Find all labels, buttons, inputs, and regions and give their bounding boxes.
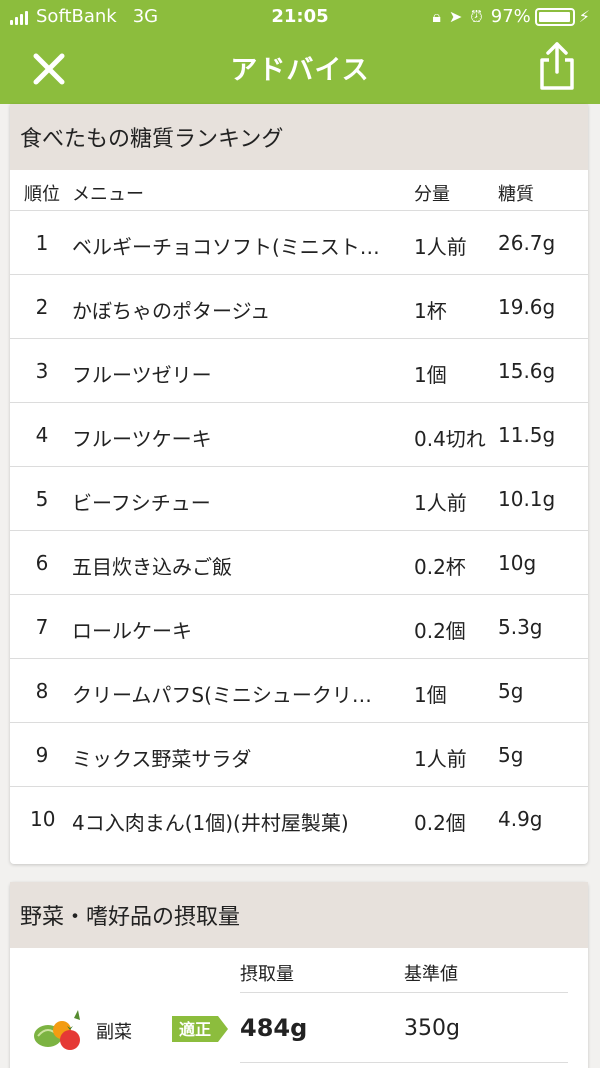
carb-value: 10.1g	[498, 487, 556, 511]
carb-value: 5.3g	[498, 615, 543, 639]
amount-value: 0.2杯	[414, 555, 466, 579]
menu-name: クリームパフS(ミニシュークリ…	[72, 683, 372, 707]
amount-value: 1人前	[414, 747, 467, 771]
charging-icon: ⚡︎	[578, 7, 590, 26]
amount-value: 0.4切れ	[414, 427, 486, 451]
amount-value: 1人前	[414, 491, 467, 515]
rank-number: 10	[30, 807, 56, 831]
divider	[240, 1062, 568, 1063]
menu-name: 五目炊き込みご飯	[72, 555, 232, 579]
standard-value: 350g	[404, 1016, 460, 1041]
intake-title: 野菜・嗜好品の摂取量	[10, 882, 588, 948]
carb-value: 5g	[498, 679, 524, 703]
ranking-table-header: 順位 メニュー 分量 糖質	[10, 170, 588, 210]
header-menu: メニュー	[72, 184, 144, 205]
ranking-row[interactable]: 8 クリームパフS(ミニシュークリ… 1個 5g	[10, 658, 588, 722]
status-badge-label: 適正	[179, 1020, 211, 1039]
rank-number: 8	[35, 679, 49, 703]
rank-number: 2	[35, 295, 49, 319]
ranking-row[interactable]: 10 4コ入肉まん(1個)(井村屋製菓) 0.2個 4.9g	[10, 786, 588, 850]
amount-value: 1個	[414, 683, 447, 707]
battery-icon	[534, 7, 575, 26]
ranking-table: 順位 メニュー 分量 糖質 1 ベルギーチョコソフト(ミニスト… 1人前 26.7g 2…	[10, 170, 588, 850]
carb-ranking-card: 食べたもの糖質ランキング 順位 メニュー 分量 糖質 1 ベルギーチョコソフト(ミ…	[10, 104, 588, 864]
carb-value: 5g	[498, 743, 524, 767]
ranking-row[interactable]: 5 ビーフシチュー 1人前 10.1g	[10, 466, 588, 530]
amount-value: 1個	[414, 363, 447, 387]
amount-value: 0.2個	[414, 619, 466, 643]
ranking-title: 食べたもの糖質ランキング	[10, 104, 588, 170]
battery-level-fill	[538, 11, 570, 22]
menu-name: ビーフシチュー	[72, 491, 211, 515]
header-carb: 糖質	[498, 184, 534, 205]
amount-value: 0.2個	[414, 811, 466, 835]
rank-number: 3	[35, 359, 49, 383]
page-title: アドバイス	[230, 55, 370, 86]
battery-percent: 97%	[490, 6, 531, 27]
carb-value: 4.9g	[498, 807, 543, 831]
menu-name: ミックス野菜サラダ	[72, 747, 252, 771]
ranking-row[interactable]: 4 フルーツケーキ 0.4切れ 11.5g	[10, 402, 588, 466]
share-button[interactable]	[534, 40, 580, 92]
rotation-lock-icon: 🔒︎	[432, 6, 441, 26]
rank-number: 7	[35, 615, 49, 639]
rank-number: 4	[35, 423, 49, 447]
menu-name: フルーツケーキ	[72, 427, 212, 451]
menu-name: ベルギーチョコソフト(ミニスト…	[72, 235, 380, 259]
status-badge: 適正	[170, 1014, 230, 1044]
ranking-row[interactable]: 1 ベルギーチョコソフト(ミニスト… 1人前 26.7g	[10, 210, 588, 274]
menu-name: 4コ入肉まん(1個)(井村屋製菓)	[72, 811, 349, 835]
rank-number: 6	[35, 551, 49, 575]
alarm-icon: ⏰︎	[470, 6, 483, 26]
carb-value: 26.7g	[498, 231, 556, 255]
status-badge-shape: 適正	[172, 1016, 228, 1042]
divider	[240, 992, 568, 993]
app-header: SoftBank 3G 21:05 🔒︎ ➤ ⏰︎ 97% ⚡︎ アドバイス	[0, 0, 600, 104]
intake-table-header: 摂取量 基準値	[10, 948, 588, 994]
intake-card: 野菜・嗜好品の摂取量 摂取量 基準値 副菜 適正 484g 350g	[10, 882, 588, 1068]
menu-name: フルーツゼリー	[72, 363, 212, 387]
intake-value: 484g	[240, 1014, 308, 1042]
category-label: 副菜	[96, 1022, 132, 1043]
amount-value: 1人前	[414, 235, 467, 259]
location-icon: ➤	[448, 7, 463, 26]
carb-value: 10g	[498, 551, 537, 575]
rank-number: 1	[35, 231, 49, 255]
amount-value: 1杯	[414, 299, 447, 323]
header-standard: 基準値	[404, 964, 458, 985]
ranking-row[interactable]: 3 フルーツゼリー 1個 15.6g	[10, 338, 588, 402]
menu-name: ロールケーキ	[72, 619, 192, 643]
ranking-row[interactable]: 6 五目炊き込みご飯 0.2杯 10g	[10, 530, 588, 594]
header-amount: 分量	[414, 184, 450, 205]
carb-value: 15.6g	[498, 359, 556, 383]
ranking-row[interactable]: 2 かぼちゃのポタージュ 1杯 19.6g	[10, 274, 588, 338]
ranking-row[interactable]: 9 ミックス野菜サラダ 1人前 5g	[10, 722, 588, 786]
share-icon	[540, 42, 574, 90]
vegetable-icon	[34, 1010, 80, 1050]
carb-value: 19.6g	[498, 295, 556, 319]
header-intake: 摂取量	[240, 964, 294, 985]
header-rank: 順位	[24, 184, 60, 205]
status-bar: SoftBank 3G 21:05 🔒︎ ➤ ⏰︎ 97% ⚡︎	[0, 0, 600, 34]
menu-name: かぼちゃのポタージュ	[72, 299, 271, 323]
intake-row: 副菜 適正 484g 350g	[10, 994, 588, 1064]
ranking-row[interactable]: 7 ロールケーキ 0.2個 5.3g	[10, 594, 588, 658]
nav-bar: アドバイス	[0, 34, 600, 104]
rank-number: 5	[35, 487, 49, 511]
ranking-rows: 1 ベルギーチョコソフト(ミニスト… 1人前 26.7g 2 かぼちゃのポタージュ 1杯 19…	[10, 210, 588, 850]
carb-value: 11.5g	[498, 423, 556, 447]
rank-number: 9	[35, 743, 49, 767]
